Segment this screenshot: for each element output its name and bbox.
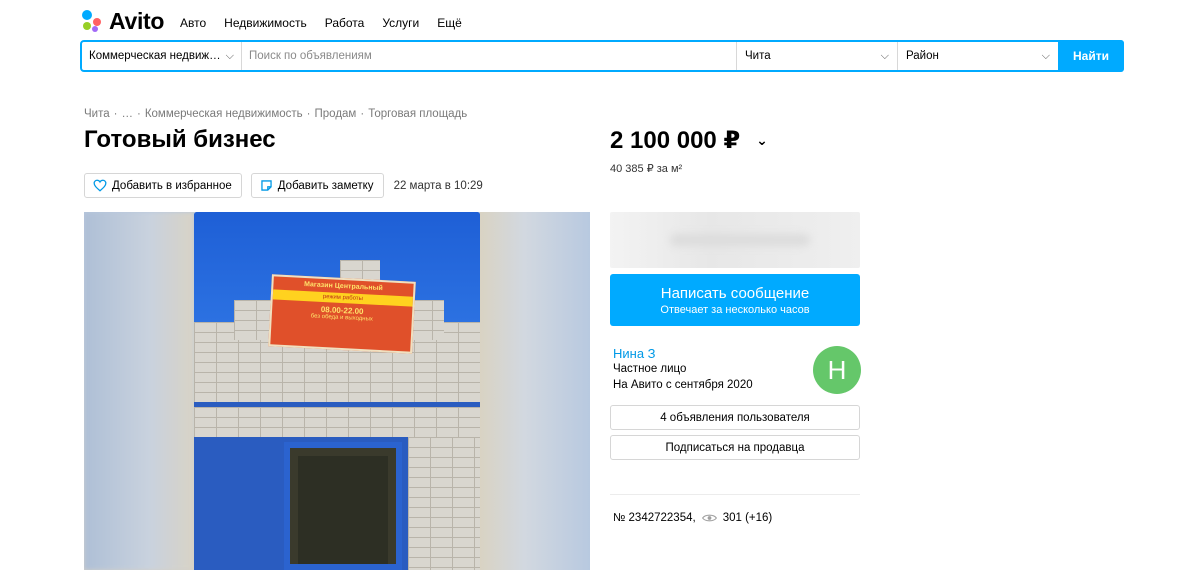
add-note-label: Добавить заметку <box>277 179 374 192</box>
breadcrumb-separator: · <box>360 108 365 120</box>
page-title: Готовый бизнес <box>84 126 276 153</box>
category-select[interactable]: Коммерческая недвиж… ⌵ <box>82 42 242 70</box>
avatar[interactable]: Н <box>813 346 861 394</box>
nav-item-realty[interactable]: Недвижимость <box>224 16 307 30</box>
eye-icon <box>701 514 717 522</box>
chevron-down-icon: ⌄ <box>756 132 768 148</box>
write-message-label: Написать сообщение <box>660 284 810 302</box>
nav-item-services[interactable]: Услуги <box>382 16 419 30</box>
divider <box>610 494 860 495</box>
listing-date: 22 марта в 10:29 <box>393 179 483 192</box>
logo-dots-icon <box>80 9 104 33</box>
city-select[interactable]: Чита ⌵ <box>737 42 898 70</box>
price-value: 2 100 000 ₽ <box>610 127 741 154</box>
avito-logo[interactable]: Avito <box>80 7 164 35</box>
chevron-down-icon: ⌵ <box>880 49 889 62</box>
district-select-value: Район <box>906 50 939 62</box>
door <box>284 442 402 570</box>
note-icon <box>261 180 272 191</box>
seller-type: Частное лицо <box>613 363 687 375</box>
gallery-blurred-background <box>480 212 590 570</box>
listing-id: № 2342722354, <box>613 512 696 524</box>
logo-text: Avito <box>109 7 165 34</box>
city-select-value: Чита <box>745 50 771 62</box>
nav-item-jobs[interactable]: Работа <box>325 16 365 30</box>
price[interactable]: 2 100 000 ₽ ⌄ <box>610 126 768 155</box>
listing-meta: № 2342722354, 301 (+16) <box>613 512 772 524</box>
nav-item-more[interactable]: Ещё <box>437 16 462 30</box>
listing-photo[interactable]: Магазин Центральный режим работы 08.00-2… <box>194 212 480 570</box>
breadcrumb-item[interactable]: Торговая площадь <box>368 108 467 120</box>
breadcrumb-item[interactable]: Чита <box>84 108 110 120</box>
seller-name[interactable]: Нина З <box>613 346 656 361</box>
breadcrumb-item[interactable]: … <box>121 108 133 120</box>
category-select-value: Коммерческая недвиж… <box>89 50 221 62</box>
chevron-down-icon: ⌵ <box>1041 49 1050 62</box>
gallery-blurred-background <box>84 212 194 570</box>
chevron-down-icon: ⌵ <box>225 49 234 62</box>
user-listings-button[interactable]: 4 объявления пользователя <box>610 405 860 430</box>
add-note-button[interactable]: Добавить заметку <box>250 173 384 198</box>
add-favorite-button[interactable]: Добавить в избранное <box>84 173 242 198</box>
response-time: Отвечает за несколько часов <box>660 303 810 316</box>
search-bar: Коммерческая недвиж… ⌵ Чита ⌵ Район ⌵ На… <box>80 40 1124 72</box>
top-nav: Авто Недвижимость Работа Услуги Ещё <box>180 16 462 30</box>
listing-actions: Добавить в избранное Добавить заметку 22… <box>84 173 483 198</box>
breadcrumb-separator: · <box>113 108 118 120</box>
district-select[interactable]: Район ⌵ <box>898 42 1058 70</box>
heart-icon <box>93 179 107 192</box>
add-favorite-label: Добавить в избранное <box>112 179 232 192</box>
seller-since: На Авито с сентября 2020 <box>613 379 753 391</box>
search-input[interactable] <box>249 50 729 62</box>
breadcrumb-separator: · <box>306 108 311 120</box>
phone-blurred <box>610 212 860 268</box>
photo-gallery[interactable]: Магазин Центральный режим работы 08.00-2… <box>84 212 590 570</box>
write-message-button[interactable]: Написать сообщение Отвечает за несколько… <box>610 274 860 326</box>
breadcrumb: Чита · … · Коммерческая недвижимость · П… <box>84 108 467 120</box>
breadcrumb-item[interactable]: Продам <box>315 108 357 120</box>
nav-item-auto[interactable]: Авто <box>180 16 206 30</box>
subscribe-seller-button[interactable]: Подписаться на продавца <box>610 435 860 460</box>
search-field <box>242 42 737 70</box>
breadcrumb-item[interactable]: Коммерческая недвижимость <box>145 108 303 120</box>
shop-sign: Магазин Центральный режим работы 08.00-2… <box>268 274 416 354</box>
price-per-meter: 40 385 ₽ за м² <box>610 163 683 175</box>
view-count: 301 (+16) <box>722 512 773 524</box>
breadcrumb-separator: · <box>136 108 141 120</box>
search-button[interactable]: Найти <box>1058 40 1124 72</box>
